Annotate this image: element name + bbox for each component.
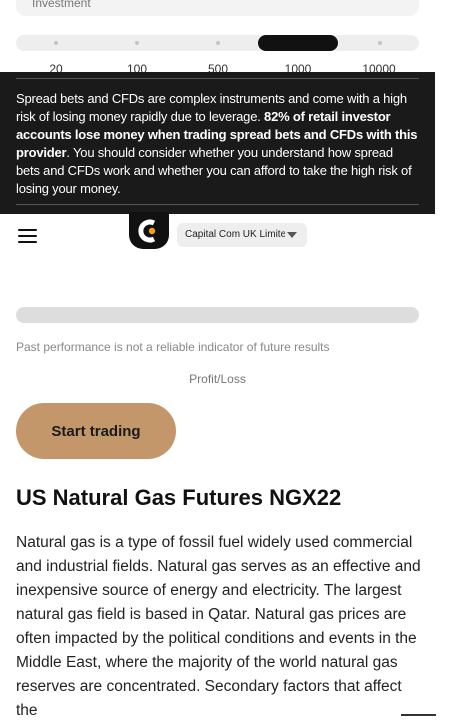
risk-warning-banner: Spread bets and CFDs are complex instrum… (0, 72, 435, 214)
page-title: US Natural Gas Futures NGX22 (16, 485, 342, 510)
past-performance-disclaimer: Past performance is not a reliable indic… (16, 340, 330, 354)
article-body: Natural gas is a type of fossil fuel wid… (16, 534, 421, 719)
profit-loss-label: Profit/Loss (189, 372, 246, 386)
scroll-indicator (401, 714, 436, 716)
triangle-down-icon (287, 232, 297, 238)
slider-thumb[interactable] (258, 35, 338, 51)
risk-warning-text: Spread bets and CFDs are complex instrum… (16, 90, 419, 198)
slider-stop (216, 41, 220, 45)
entity-selector-value: Capital Com UK Limited (185, 229, 285, 240)
banner-top-divider (16, 78, 419, 79)
slider-stop (54, 41, 58, 45)
risk-warning-text-advice: . You should consider whether you unders… (16, 145, 412, 196)
capital-com-logo[interactable] (129, 212, 169, 249)
investment-label: Investment (32, 0, 91, 10)
investment-slider[interactable] (16, 35, 419, 51)
profit-loss-bar (16, 307, 419, 323)
investment-input[interactable]: Investment (16, 0, 419, 16)
start-trading-button[interactable]: Start trading (16, 403, 176, 459)
banner-bottom-divider (16, 204, 419, 205)
slider-stop (378, 41, 382, 45)
slider-stop (135, 41, 139, 45)
site-header: Capital Com UK Limited (0, 212, 450, 260)
hamburger-menu-icon[interactable] (18, 229, 38, 243)
entity-selector[interactable]: Capital Com UK Limited (177, 223, 307, 247)
